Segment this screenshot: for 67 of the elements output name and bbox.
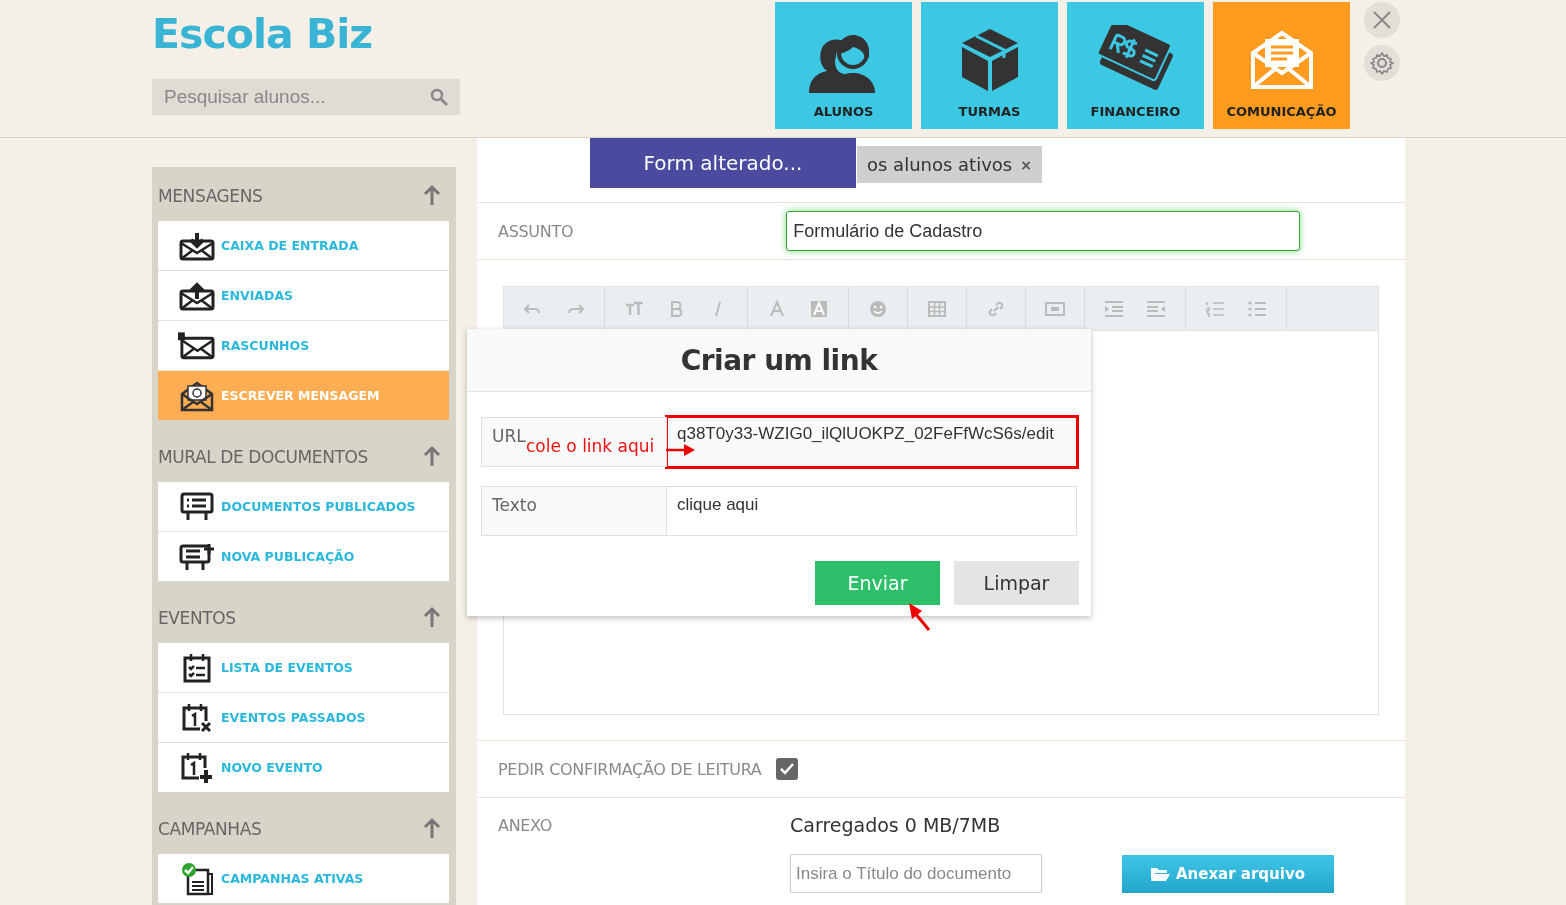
sidebar-item[interactable]: LISTA DE EVENTOS [158, 643, 449, 692]
upload-usage: Carregados 0 MB/7MB [790, 814, 1002, 836]
envelope-icon [178, 331, 215, 360]
nav-tile[interactable]: TURMAS [921, 2, 1058, 129]
dialog-title: Criar um link [680, 343, 878, 377]
highlight-color-icon[interactable] [809, 298, 829, 319]
emoji-icon[interactable] [868, 298, 888, 319]
notice-board-icon [179, 491, 214, 522]
annotation-arrow [907, 601, 931, 631]
nav-tile[interactable]: COMUNICAÇÃO [1213, 2, 1350, 129]
checkbox[interactable] [775, 758, 798, 780]
calendar-checklist-icon [182, 652, 211, 683]
envelope-down-arrow-icon [178, 230, 215, 261]
dialog-button[interactable]: Enviar [815, 561, 940, 605]
nav-tile[interactable]: FINANCEIRO [1067, 2, 1204, 129]
field-label: URL [492, 426, 526, 446]
text-color-icon[interactable] [767, 298, 787, 319]
indent-icon[interactable] [1104, 298, 1124, 319]
envelope-up-arrow-icon [178, 280, 215, 311]
close-button[interactable] [1364, 2, 1400, 38]
table-icon[interactable] [927, 298, 947, 319]
field-label: Texto [492, 495, 537, 515]
app-logo: Escola Biz [152, 10, 373, 58]
search-icon[interactable] [430, 88, 448, 106]
section-title: MENSAGENS [158, 186, 263, 206]
settings-button[interactable] [1364, 45, 1400, 81]
outdent-icon[interactable] [1146, 298, 1166, 319]
text-field[interactable]: clique aqui [667, 486, 1077, 536]
sidebar-item[interactable]: ESCREVER MENSAGEM [158, 370, 449, 420]
sidebar-item[interactable]: NOVA PUBLICAÇÃO [158, 531, 449, 581]
dialog-button[interactable]: Limpar [954, 561, 1079, 605]
arrow-icon[interactable] [423, 183, 441, 206]
field-label: ANEXO [498, 815, 554, 835]
open-envelope-icon [1248, 29, 1315, 91]
sidebar-item[interactable]: DOCUMENTOS PUBLICADOS [158, 482, 449, 531]
search-field[interactable]: Pesquisar alunos... [152, 79, 460, 115]
document-title-field[interactable]: Insira o Título do documento [790, 854, 1042, 893]
folder-icon[interactable] [1149, 865, 1170, 882]
notice-board-plus-icon [178, 541, 215, 572]
settings-icon[interactable] [1370, 51, 1394, 75]
close-icon[interactable] [1372, 10, 1392, 30]
attach-file-button[interactable]: Anexar arquivo [1121, 854, 1334, 893]
sidebar-item[interactable]: EVENTOS PASSADOS [158, 692, 449, 742]
notification-banner: Form alterado... [590, 138, 856, 188]
sidebar-item[interactable]: ENVIADAS [158, 270, 449, 320]
arrow-icon[interactable] [423, 605, 441, 628]
arrow-icon[interactable] [423, 444, 441, 467]
nav-tile[interactable]: ALUNOS [775, 2, 912, 129]
recipient-label: os alunos ativos [867, 154, 1013, 175]
calendar-plus-icon [180, 751, 213, 784]
sidebar-item[interactable]: CAMPANHAS ATIVAS [158, 854, 449, 903]
section-title: MURAL DE DOCUMENTOS [158, 447, 368, 467]
section-title: CAMPANHAS [158, 819, 262, 839]
field-label: PEDIR CONFIRMAÇÃO DE LEITURA [498, 759, 762, 779]
text-field[interactable]: q38T0y33-WZIG0_ilQlUOKPZ_02FeFfWcS6s/edit [667, 417, 1077, 467]
checkmark-icon[interactable] [779, 763, 794, 775]
envelope-at-sign-icon [179, 379, 214, 412]
sidebar-item[interactable]: CAIXA DE ENTRADA [158, 221, 449, 270]
arrow-icon[interactable] [423, 816, 441, 839]
annotation-text: cole o link aqui [526, 436, 655, 456]
field-label: ASSUNTO [498, 221, 574, 241]
calendar-x-icon [181, 702, 212, 733]
document-check-icon [179, 861, 214, 896]
section-title: EVENTOS [158, 608, 236, 628]
remove-button[interactable]: × [1020, 156, 1032, 173]
sidebar-item[interactable]: NOVO EVENTO [158, 742, 449, 792]
subject-field[interactable]: Formulário de Cadastro [786, 211, 1301, 251]
